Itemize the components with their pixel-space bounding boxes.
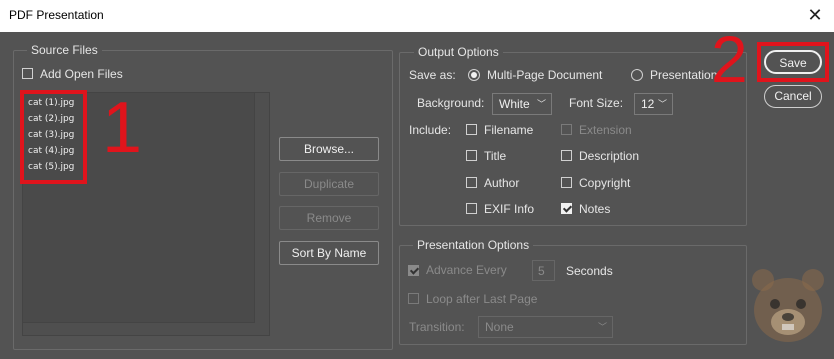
advance-every-label: Advance Every xyxy=(426,263,507,277)
browse-button[interactable]: Browse... xyxy=(279,137,379,161)
font-size-select[interactable]: 12 ﹀ xyxy=(634,93,673,115)
files-highlight-box xyxy=(20,90,87,184)
close-icon[interactable]: ✕ xyxy=(804,4,826,26)
multi-page-document-label: Multi-Page Document xyxy=(487,68,603,82)
window-title: PDF Presentation xyxy=(9,8,104,22)
save-highlight-box xyxy=(757,42,829,82)
loop-after-last-page-checkbox[interactable] xyxy=(408,293,419,304)
chevron-down-icon: ﹀ xyxy=(657,99,667,109)
exif-info-label: EXIF Info xyxy=(484,202,535,216)
transition-select[interactable]: None ﹀ xyxy=(478,316,613,338)
copyright-label: Copyright xyxy=(579,176,631,190)
notes-checkbox[interactable] xyxy=(561,203,572,214)
description-checkbox[interactable] xyxy=(561,150,572,161)
remove-button[interactable]: Remove xyxy=(279,206,379,230)
duplicate-button[interactable]: Duplicate xyxy=(279,172,379,196)
background-value: White xyxy=(499,97,530,111)
cancel-button[interactable]: Cancel xyxy=(764,85,822,108)
background-select[interactable]: White ﹀ xyxy=(492,93,552,115)
bear-mascot-icon xyxy=(752,269,824,342)
title-label: Title xyxy=(484,149,507,163)
file-list-hscrollbar[interactable] xyxy=(23,322,255,335)
advance-every-value: 5 xyxy=(538,264,545,278)
file-list-scrollbar[interactable] xyxy=(254,93,269,335)
chevron-down-icon: ﹀ xyxy=(597,322,607,332)
description-label: Description xyxy=(579,149,640,163)
seconds-label: Seconds xyxy=(566,264,613,278)
multi-page-document-radio[interactable] xyxy=(468,69,480,81)
presentation-label: Presentation xyxy=(650,68,718,82)
author-label: Author xyxy=(484,176,520,190)
annotation-marker-2: 2 xyxy=(711,22,748,96)
output-options-legend: Output Options xyxy=(414,45,503,59)
extension-label: Extension xyxy=(579,123,632,137)
source-files-legend: Source Files xyxy=(27,43,102,57)
notes-label: Notes xyxy=(579,202,611,216)
advance-every-checkbox[interactable] xyxy=(408,265,419,276)
background-label: Background: xyxy=(417,96,485,110)
transition-value: None xyxy=(485,320,514,334)
transition-label: Transition: xyxy=(409,320,465,334)
loop-after-last-page-label: Loop after Last Page xyxy=(426,292,538,306)
author-checkbox[interactable] xyxy=(466,177,477,188)
exif-info-checkbox[interactable] xyxy=(466,203,477,214)
save-as-label: Save as: xyxy=(409,68,456,82)
copyright-checkbox[interactable] xyxy=(561,177,572,188)
font-size-value: 12 xyxy=(641,97,655,111)
font-size-label: Font Size: xyxy=(569,96,624,110)
annotation-marker-1: 1 xyxy=(102,88,143,168)
title-bar: PDF Presentation ✕ xyxy=(0,0,834,32)
extension-checkbox[interactable] xyxy=(561,124,572,135)
filename-label: Filename xyxy=(484,123,534,137)
presentation-radio[interactable] xyxy=(631,69,643,81)
presentation-options-legend: Presentation Options xyxy=(413,238,534,252)
advance-every-input[interactable]: 5 xyxy=(532,260,555,281)
chevron-down-icon: ﹀ xyxy=(536,99,546,109)
add-open-files-label: Add Open Files xyxy=(40,67,123,81)
add-open-files-checkbox[interactable] xyxy=(22,68,33,79)
sort-by-name-button[interactable]: Sort By Name xyxy=(279,241,379,265)
filename-checkbox[interactable] xyxy=(466,124,477,135)
include-label: Include: xyxy=(409,123,452,137)
title-checkbox[interactable] xyxy=(466,150,477,161)
